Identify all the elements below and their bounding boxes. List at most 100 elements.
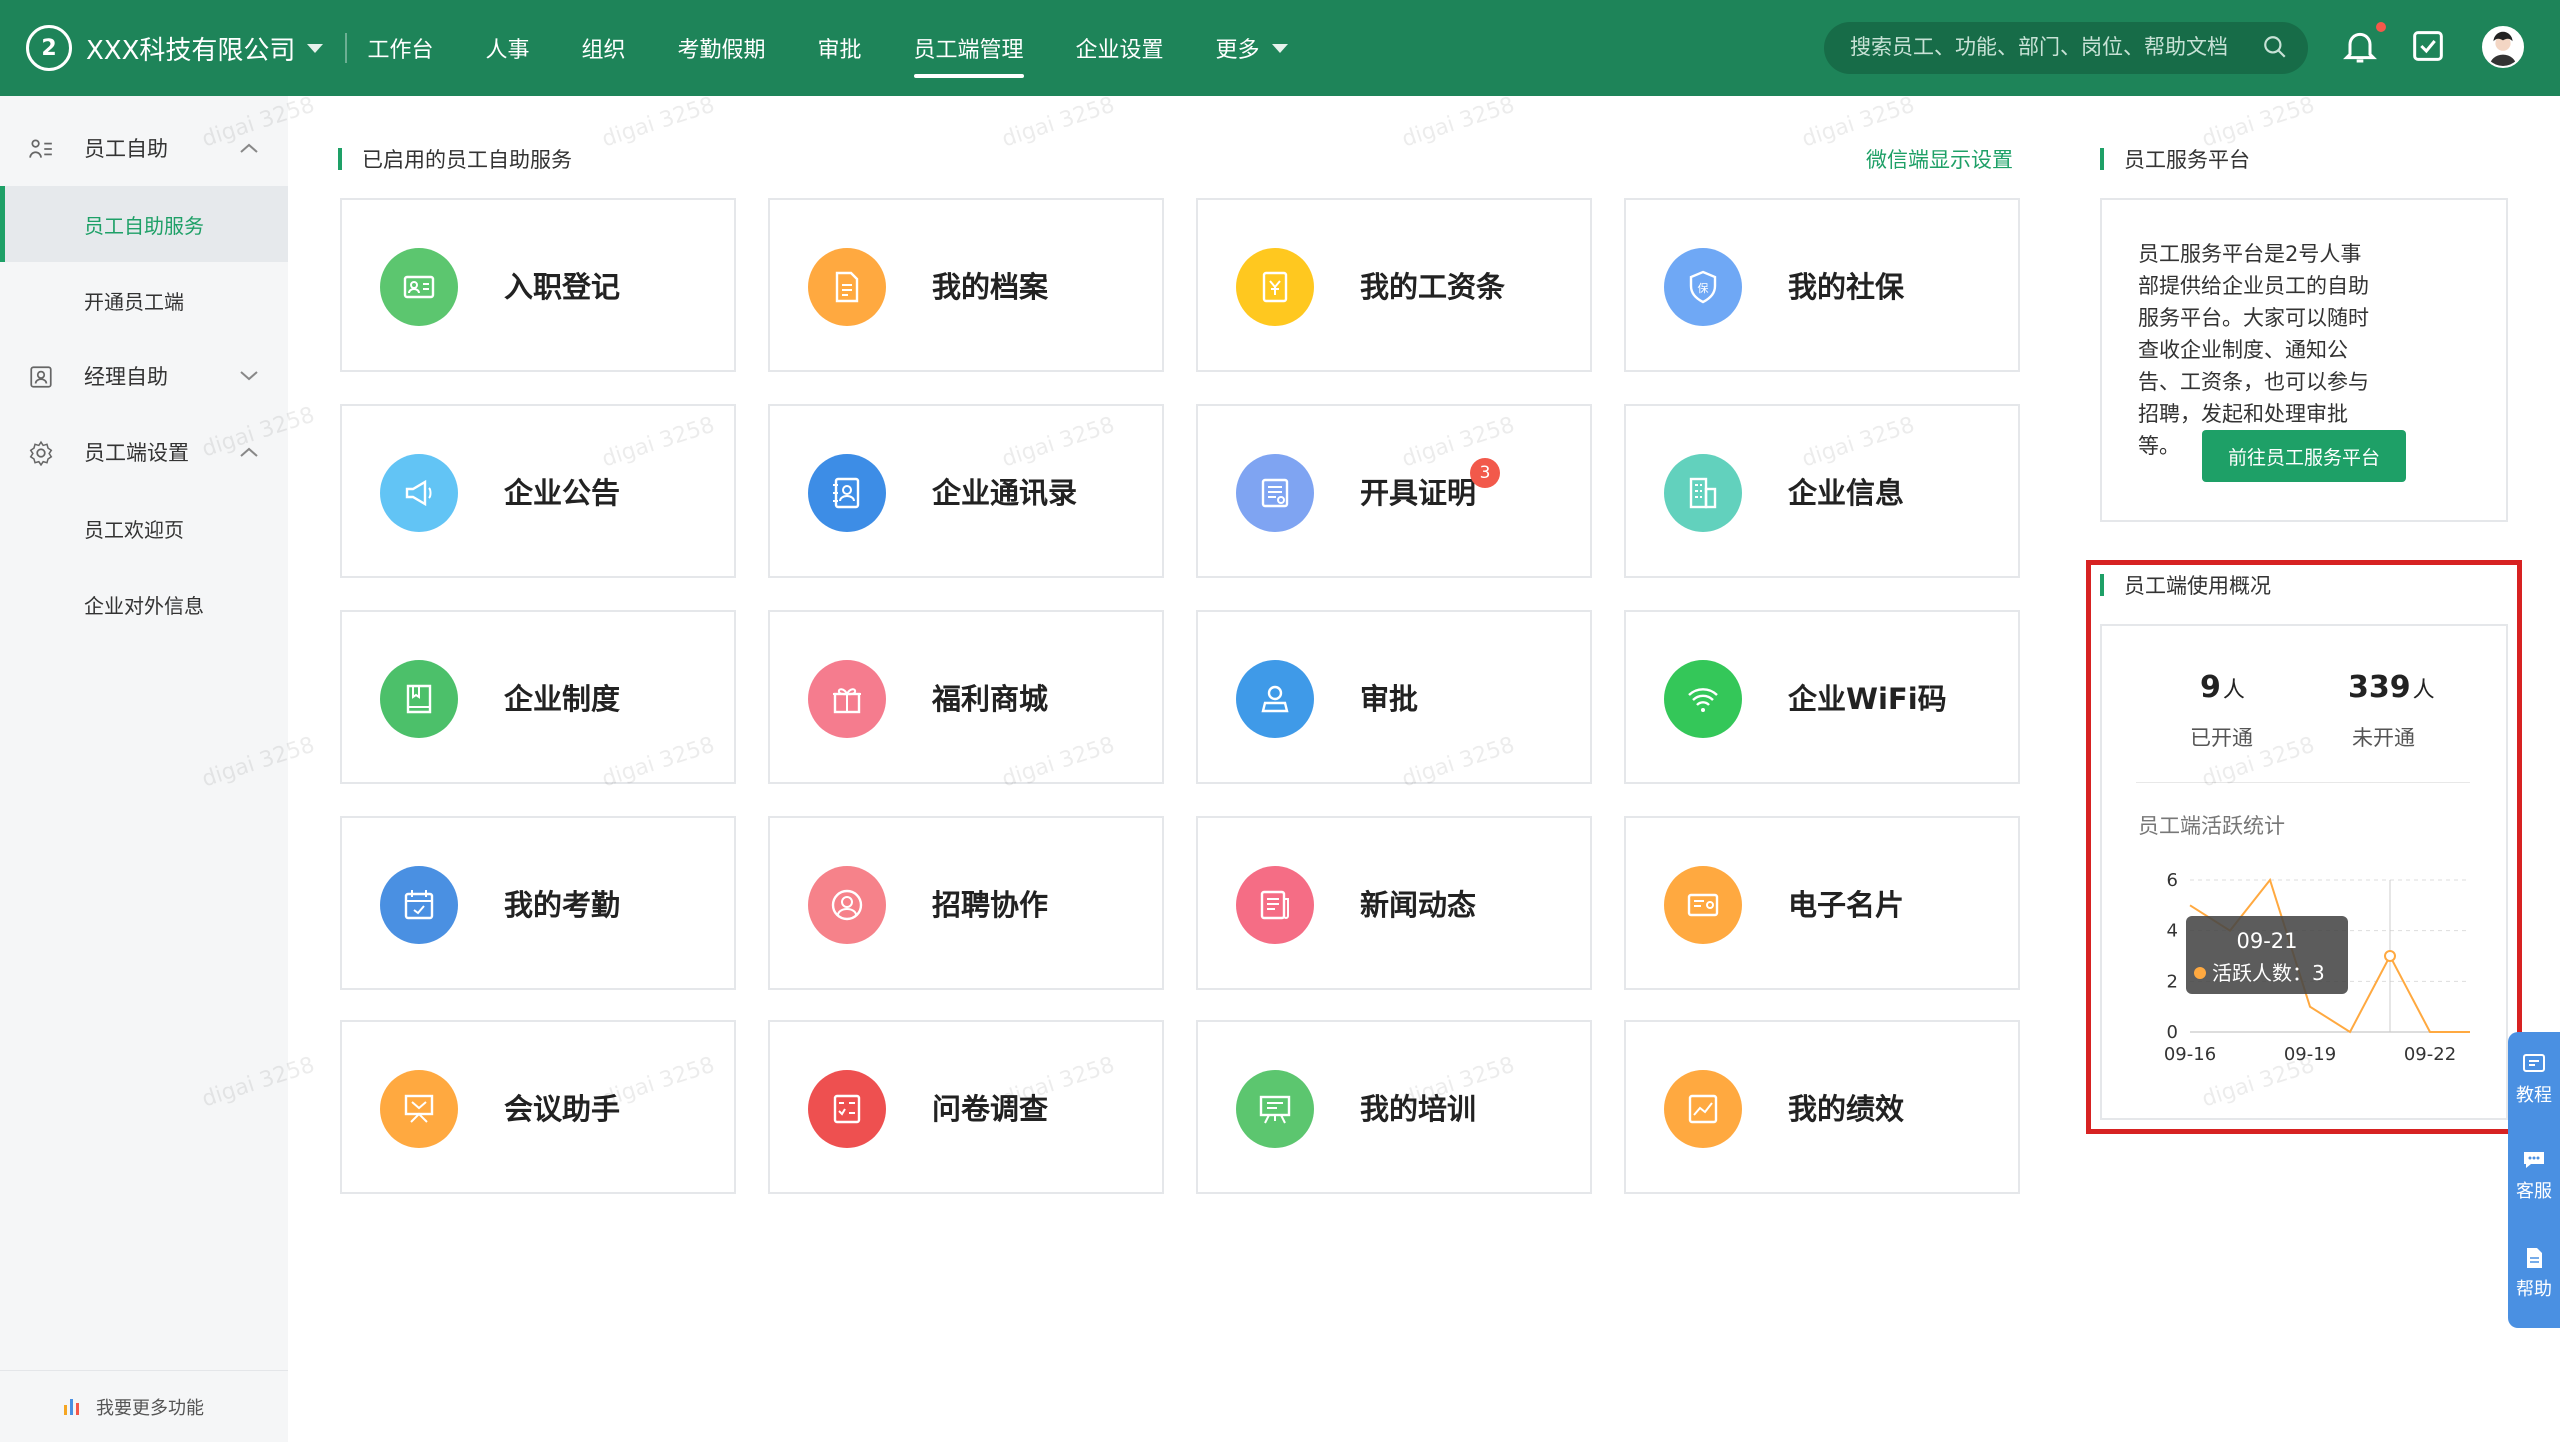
- service-card[interactable]: 电子名片: [1624, 816, 2020, 990]
- news-icon: [1236, 866, 1314, 944]
- certificate-icon: [1236, 454, 1314, 532]
- service-name: 开具证明: [1360, 476, 1477, 510]
- sidebar-item-company-info[interactable]: 企业对外信息: [0, 566, 288, 642]
- go-to-platform-button[interactable]: 前往员工服务平台: [2202, 430, 2406, 482]
- gift-icon: [808, 660, 886, 738]
- nav-item-label: 更多: [1215, 38, 1260, 63]
- sidebar-item-self-service[interactable]: 员工自助服务: [0, 186, 288, 262]
- sidebar-item-welcome-page[interactable]: 员工欢迎页: [0, 490, 288, 566]
- wechat-display-settings-link[interactable]: 微信端显示设置: [1866, 144, 2013, 174]
- floating-help-bar: 教程 客服 帮助: [2508, 1032, 2560, 1328]
- sidebar-group-manager[interactable]: 经理自助: [0, 338, 288, 414]
- bar-chart-icon: [64, 1399, 79, 1415]
- nav-item-label: 组织: [581, 38, 626, 63]
- search-icon[interactable]: [2262, 34, 2288, 60]
- performance-icon: [1664, 1070, 1742, 1148]
- service-card[interactable]: 我的考勤: [340, 816, 736, 990]
- bell-icon[interactable]: [2340, 26, 2380, 66]
- float-tutorial[interactable]: 教程: [2508, 1052, 2560, 1107]
- more-features-link[interactable]: 我要更多功能: [0, 1370, 288, 1442]
- nav-item-label: 考勤假期: [677, 38, 766, 63]
- payslip-icon: [1236, 248, 1314, 326]
- nav-item[interactable]: 工作台: [367, 0, 433, 96]
- service-card[interactable]: 新闻动态: [1196, 816, 1592, 990]
- calendar-icon: [380, 866, 458, 944]
- survey-icon: [808, 1070, 886, 1148]
- service-card[interactable]: 会议助手: [340, 1020, 736, 1194]
- card-icon: [1664, 866, 1742, 944]
- sidebar-item-open-employee-app[interactable]: 开通员工端: [0, 262, 288, 338]
- tutorial-icon: [2523, 1054, 2545, 1072]
- service-name: 招聘协作: [932, 888, 1049, 922]
- watermark: digai 3258: [598, 92, 718, 153]
- notification-dot: [2374, 20, 2388, 34]
- chevron-down-icon: [240, 371, 258, 381]
- contacts-icon: [808, 454, 886, 532]
- manager-icon: [30, 366, 52, 388]
- chevron-down-icon: [307, 43, 324, 53]
- nav-divider: [345, 33, 348, 63]
- float-support[interactable]: 客服: [2508, 1148, 2560, 1203]
- watermark: digai 3258: [1398, 92, 1518, 153]
- service-card[interactable]: 企业信息: [1624, 404, 2020, 578]
- wifi-icon: [1664, 660, 1742, 738]
- nav-item[interactable]: 更多: [1216, 0, 1288, 96]
- more-features-label: 我要更多功能: [96, 1397, 204, 1419]
- nav-item-label: 审批: [817, 38, 862, 63]
- nav-item[interactable]: 员工端管理: [913, 0, 1024, 96]
- service-card[interactable]: 福利商城: [768, 610, 1164, 784]
- service-card[interactable]: 我的培训: [1196, 1020, 1592, 1194]
- user-circle-icon: [808, 866, 886, 944]
- chevron-down-icon: [1271, 43, 1288, 53]
- service-card[interactable]: 入职登记: [340, 198, 736, 372]
- sidebar-group-label: 员工自助: [84, 137, 168, 161]
- app-root: 2 XXX科技有限公司 工作台人事组织考勤假期审批员工端管理企业设置更多 员工自…: [0, 0, 2560, 1442]
- nav-item[interactable]: 企业设置: [1076, 0, 1164, 96]
- nav-item-label: 工作台: [367, 38, 434, 63]
- sidebar-group-self-service[interactable]: 员工自助: [0, 110, 288, 186]
- service-card[interactable]: 保 我的社保: [1624, 198, 2020, 372]
- main-nav: 工作台 人事 组织 考勤假期 审批 员工端管理 企业设置 更多: [367, 0, 1339, 96]
- service-name: 我的培训: [1360, 1092, 1477, 1126]
- meeting-icon: [380, 1070, 458, 1148]
- shield-icon: 保: [1664, 248, 1742, 326]
- service-name: 企业通讯录: [932, 476, 1078, 510]
- nav-item[interactable]: 组织: [581, 0, 625, 96]
- chat-icon: [2524, 1152, 2544, 1168]
- service-card[interactable]: 我的档案: [768, 198, 1164, 372]
- company-switcher[interactable]: 2 XXX科技有限公司: [26, 0, 324, 96]
- company-name: XXX科技有限公司: [86, 35, 296, 66]
- service-card[interactable]: 审批: [1196, 610, 1592, 784]
- service-name: 我的绩效: [1788, 1092, 1905, 1126]
- nav-item[interactable]: 考勤假期: [677, 0, 765, 96]
- nav-item-label: 企业设置: [1075, 38, 1164, 63]
- watermark: digai 3258: [998, 92, 1118, 153]
- service-card[interactable]: 我的绩效: [1624, 1020, 2020, 1194]
- task-check-icon[interactable]: [2408, 26, 2448, 66]
- service-card[interactable]: 企业公告: [340, 404, 736, 578]
- user-avatar[interactable]: [2482, 26, 2524, 68]
- service-card[interactable]: 企业WiFi码: [1624, 610, 2020, 784]
- sidebar-group-label: 员工端设置: [84, 441, 189, 465]
- service-card[interactable]: 我的工资条: [1196, 198, 1592, 372]
- chevron-up-icon: [240, 447, 258, 457]
- training-icon: [1236, 1070, 1314, 1148]
- app-logo: 2: [26, 25, 72, 71]
- approval-icon: [1236, 660, 1314, 738]
- service-name: 我的考勤: [504, 888, 621, 922]
- nav-item[interactable]: 审批: [818, 0, 862, 96]
- service-name: 我的工资条: [1360, 270, 1506, 304]
- float-help[interactable]: 帮助: [2508, 1246, 2560, 1301]
- service-card[interactable]: 招聘协作: [768, 816, 1164, 990]
- global-search-input[interactable]: [1824, 22, 2308, 74]
- sidebar-group-settings[interactable]: 员工端设置: [0, 414, 288, 490]
- platform-title: 员工服务平台: [2100, 144, 2250, 174]
- service-name: 会议助手: [504, 1092, 621, 1126]
- nav-item[interactable]: 人事: [485, 0, 529, 96]
- service-card[interactable]: 企业制度: [340, 610, 736, 784]
- service-card[interactable]: 企业通讯录: [768, 404, 1164, 578]
- highlight-box: [2086, 560, 2522, 1134]
- service-card[interactable]: 问卷调查: [768, 1020, 1164, 1194]
- service-card[interactable]: 开具证明 3: [1196, 404, 1592, 578]
- svg-text:保: 保: [1698, 281, 1709, 295]
